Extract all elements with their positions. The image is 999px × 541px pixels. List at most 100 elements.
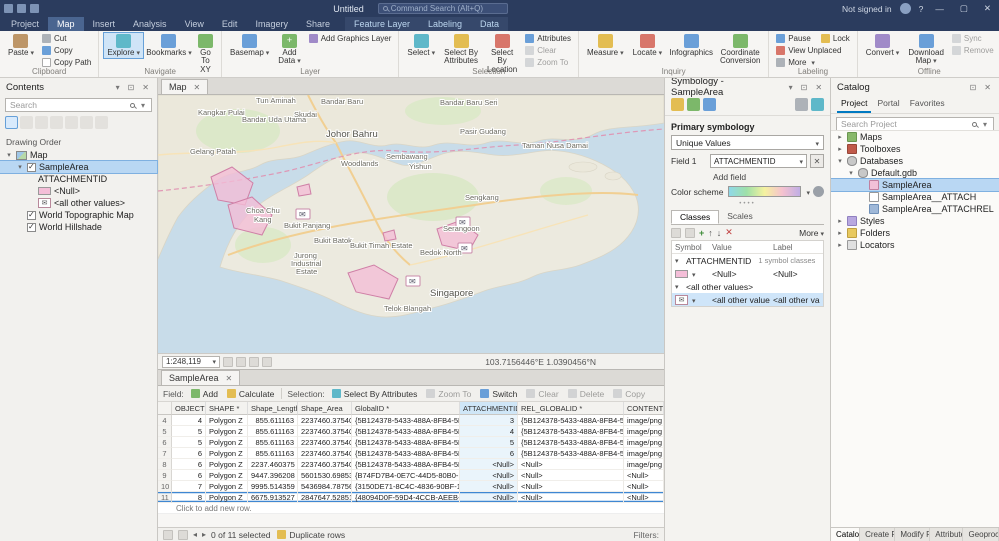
symbology-method-dropdown[interactable]: Unique Values (671, 135, 824, 150)
lock-labels-button[interactable]: Lock (819, 33, 852, 44)
table-cell[interactable]: {5B124378-5433-488A-8FB4-5FD714CD430F} (518, 437, 624, 448)
table-cell[interactable]: 2237460.375408 (298, 415, 352, 426)
locate-button[interactable]: Locate (630, 33, 666, 58)
attributes-button[interactable]: Attributes (523, 33, 573, 44)
table-cell[interactable]: {5B124378-5433-488A-8FB4-5FD714CD430F} (518, 426, 624, 437)
auto-hide-icon[interactable]: ⊡ (126, 83, 137, 92)
attribute-table-grid[interactable]: OBJECTID *SHAPE *Shape_LengthShape_AreaG… (158, 402, 664, 503)
table-select-by-attributes-button[interactable]: Select By Attributes (330, 389, 420, 399)
view-unplaced-button[interactable]: View Unplaced (774, 45, 852, 56)
close-panel-icon[interactable]: ✕ (140, 83, 151, 92)
list-by-selection-icon[interactable] (35, 116, 48, 129)
contents-item-world-hillshade[interactable]: World Hillshade (0, 221, 157, 233)
clear-selection-button[interactable]: Clear (523, 45, 573, 56)
scales-tab[interactable]: Scales (719, 210, 761, 224)
convert-button[interactable]: Convert (863, 33, 903, 58)
contents-item-null[interactable]: <Null> (0, 185, 157, 197)
table-cell[interactable]: <Null> (518, 492, 624, 503)
contents-item-map[interactable]: ▾Map (0, 149, 157, 161)
expander-icon[interactable]: ▾ (16, 163, 24, 171)
auto-hide-icon[interactable]: ⊡ (799, 83, 810, 92)
delete-selection-button[interactable]: Delete (566, 389, 607, 399)
paste-button[interactable]: Paste (5, 33, 37, 58)
list-by-snapping-icon[interactable] (65, 116, 78, 129)
table-cell[interactable]: 6 (172, 459, 206, 470)
clear-selection-button[interactable]: Clear (524, 389, 560, 399)
command-search-input[interactable]: Command Search (Alt+Q) (378, 3, 508, 14)
symbol-swatch[interactable] (38, 187, 51, 195)
column-header-shape-area[interactable]: Shape_Area (298, 402, 352, 415)
class-symbol-swatch[interactable] (675, 270, 688, 278)
table-cell[interactable]: Polygon Z (206, 470, 248, 481)
add-new-row[interactable]: Click to add new row. (158, 503, 664, 514)
panel-splitter[interactable]: •••• (665, 200, 830, 208)
contents-item-all-other-values[interactable]: <all other values> (0, 197, 157, 209)
ribbon-tab-labeling[interactable]: Labeling (419, 17, 471, 31)
column-header-rel-globalid[interactable]: REL_GLOBALID * (518, 402, 624, 415)
table-cell[interactable]: <Null> (518, 481, 624, 492)
dock-tab-geoproc[interactable]: Geoproc... (963, 528, 999, 541)
remove-button[interactable]: Remove (950, 45, 996, 56)
coordinate-conversion-button[interactable]: Coordinate Conversion (717, 33, 763, 67)
table-cell[interactable]: 855.611163 (248, 437, 298, 448)
select-by-attributes-button[interactable]: Select By Attributes (441, 33, 481, 67)
cut-button[interactable]: Cut (40, 33, 93, 44)
table-cell[interactable]: <Null> (518, 459, 624, 470)
ribbon-tab-share[interactable]: Share (297, 17, 339, 31)
switch-selection-button[interactable]: Switch (478, 389, 519, 399)
table-cell[interactable]: 2237460.375408 (298, 426, 352, 437)
next-record-icon[interactable]: ▸ (202, 530, 206, 539)
row-number[interactable]: 5 (158, 426, 172, 437)
auto-hide-icon[interactable]: ⊡ (968, 83, 979, 92)
symbol-layer-drawing-icon[interactable] (703, 98, 716, 111)
add-data-button[interactable]: + Add Data (275, 33, 303, 67)
gallery-icon[interactable] (671, 98, 684, 111)
table-cell[interactable]: 2237460.375408 (298, 459, 352, 470)
table-cell[interactable]: {5B124378-5433-488A-8FB4-5FD714CD430F} (352, 448, 460, 459)
symbology-group-attachmentid[interactable]: ▾ ATTACHMENTID 1 symbol classes (672, 254, 823, 267)
table-cell[interactable]: {3150DE71-8C4C-4836-90BF-13438489F643} (352, 481, 460, 492)
column-header-attachmentid[interactable]: ATTACHMENTID * (460, 402, 518, 415)
catalog-item-samplearea-attachrel[interactable]: SampleArea__ATTACHREL (831, 203, 999, 215)
list-by-drawing-order-icon[interactable] (5, 116, 18, 129)
table-cell[interactable]: 2237460.375408 (298, 437, 352, 448)
duplicate-rows-button[interactable]: Duplicate rows (275, 530, 347, 540)
sync-button[interactable]: Sync (950, 33, 996, 44)
symbology-group-all-other[interactable]: ▾ <all other values> (672, 280, 823, 293)
layer-visibility-checkbox[interactable] (27, 223, 36, 232)
catalog-item-maps[interactable]: ▸Maps (831, 131, 999, 143)
table-cell[interactable]: 4 (460, 426, 518, 437)
envelope-icon[interactable] (38, 198, 51, 208)
envelope-symbol-icon[interactable] (675, 295, 688, 305)
catalog-tab-favorites[interactable]: Favorites (906, 96, 949, 113)
attachment-envelope-marker[interactable]: ✉ (406, 276, 420, 286)
row-number[interactable]: 8 (158, 459, 172, 470)
minimize-button[interactable]: — (931, 4, 948, 14)
undo-icon[interactable] (17, 4, 26, 13)
account-avatar[interactable] (900, 3, 911, 14)
table-cell[interactable]: Polygon Z (206, 459, 248, 470)
table-cell[interactable]: <Null> (624, 470, 664, 481)
search-options-icon[interactable]: ▾ (981, 120, 989, 129)
remove-field-button[interactable]: ✕ (810, 154, 824, 168)
table-cell[interactable]: image/png (624, 437, 664, 448)
row-number[interactable]: 4 (158, 415, 172, 426)
table-cell[interactable]: {5B124378-5433-488A-8FB4-5FD714CD430F} (518, 415, 624, 426)
map-view[interactable]: ✉✉✉✉Tun AminahBandar BaruKangkar PulaiBa… (158, 95, 664, 353)
list-by-charts-icon[interactable] (95, 116, 108, 129)
table-cell[interactable]: Polygon Z (206, 481, 248, 492)
list-by-labeling-icon[interactable] (80, 116, 93, 129)
table-cell[interactable]: <Null> (518, 470, 624, 481)
select-button[interactable]: Select (404, 33, 438, 58)
close-button[interactable]: ✕ (980, 3, 995, 14)
close-panel-icon[interactable]: ✕ (813, 83, 824, 92)
table-cell[interactable]: 855.611163 (248, 448, 298, 459)
catalog-item-styles[interactable]: ▸Styles (831, 215, 999, 227)
row-number[interactable]: 9 (158, 470, 172, 481)
ribbon-tab-data[interactable]: Data (471, 17, 508, 31)
catalog-item-samplearea[interactable]: SampleArea (831, 179, 999, 191)
map-lock-icon[interactable] (223, 357, 233, 367)
expander-icon[interactable]: ▸ (836, 229, 844, 237)
catalog-item-locators[interactable]: ▸Locators (831, 239, 999, 251)
map-view-tab[interactable]: Map✕ (161, 79, 208, 94)
